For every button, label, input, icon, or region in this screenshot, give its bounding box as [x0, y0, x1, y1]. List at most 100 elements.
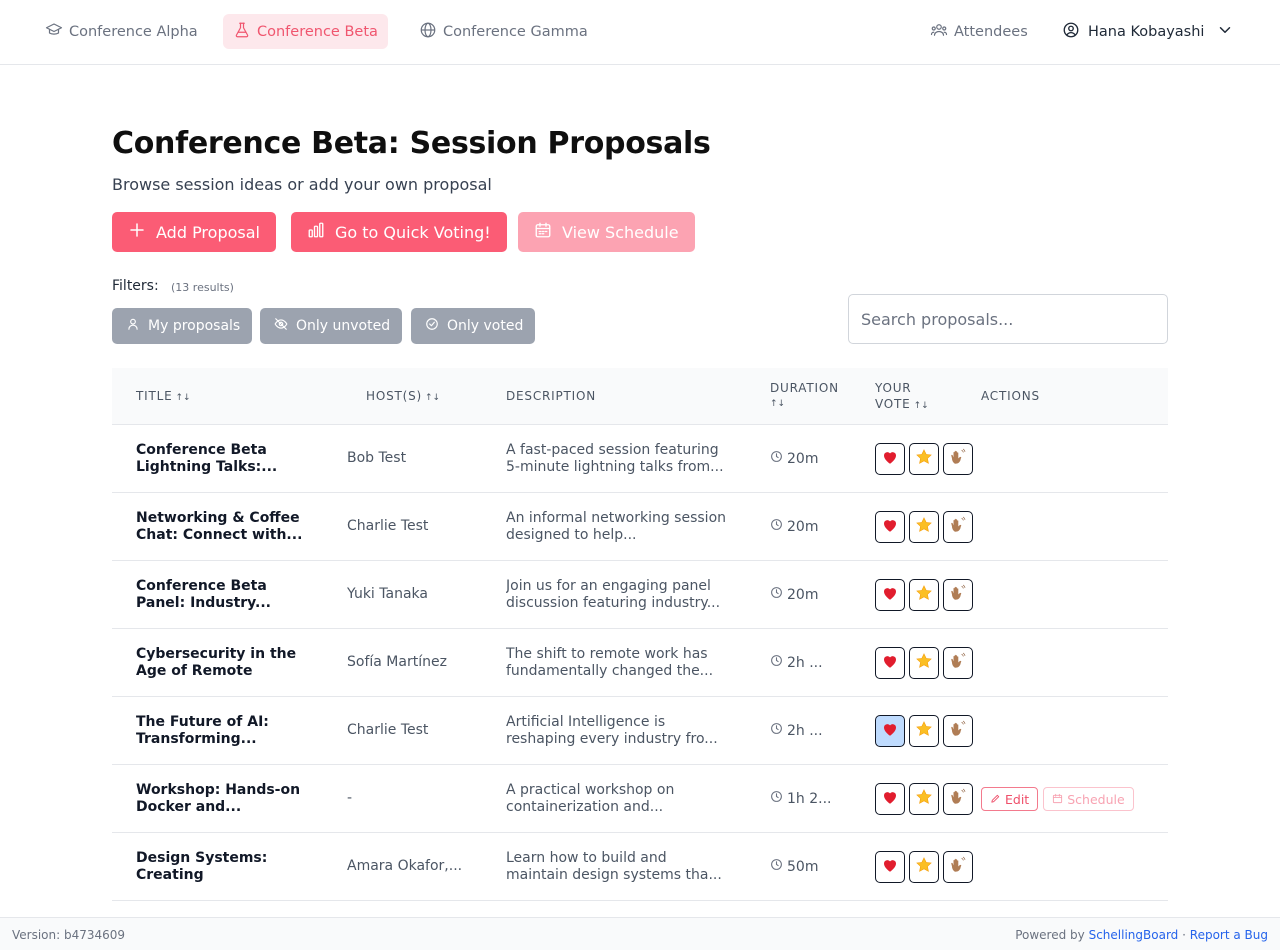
table-row[interactable]: Design Systems: Creating Consistency... A…	[112, 833, 1168, 901]
duration-value: 20m	[787, 450, 819, 467]
column-duration-label: Duration	[770, 381, 839, 395]
tab-conference-beta[interactable]: Conference Beta	[223, 14, 388, 49]
edit-button[interactable]: Edit	[981, 787, 1039, 811]
heart-icon	[881, 448, 899, 470]
clock-icon	[770, 858, 783, 875]
proposal-duration: 2h ...	[770, 654, 823, 671]
footer-links: Powered by SchellingBoard · Report a Bug	[1015, 928, 1268, 942]
vote-heart-button[interactable]	[875, 851, 905, 883]
tab-conference-alpha[interactable]: Conference Alpha	[35, 14, 208, 49]
table-row[interactable]: The Future of AI: Transforming... Charlie…	[112, 697, 1168, 765]
vote-buttons	[875, 647, 973, 679]
vote-wave-button[interactable]	[943, 511, 973, 543]
view-schedule-button[interactable]: View Schedule	[518, 212, 695, 252]
vote-star-button[interactable]	[909, 443, 939, 475]
top-navigation: Conference Alpha Conference Beta Confere…	[0, 0, 1280, 65]
bar-chart-icon	[307, 221, 325, 243]
vote-star-button[interactable]	[909, 851, 939, 883]
column-hosts[interactable]: Host(s) ↑↓	[366, 388, 440, 406]
quick-voting-button[interactable]: Go to Quick Voting!	[291, 212, 507, 252]
search-input[interactable]	[848, 294, 1168, 344]
table-row[interactable]: Networking & Coffee Chat: Connect with..…	[112, 493, 1168, 561]
tab-conference-gamma[interactable]: Conference Gamma	[409, 14, 598, 49]
filter-only-unvoted[interactable]: Only unvoted	[260, 308, 403, 344]
page-subtitle: Browse session ideas or add your own pro…	[112, 175, 492, 194]
column-actions: Actions	[981, 388, 1040, 404]
duration-value: 20m	[787, 518, 819, 535]
schedule-button[interactable]: Schedule	[1043, 787, 1134, 811]
button-label: View Schedule	[562, 222, 679, 242]
vote-wave-button[interactable]	[943, 579, 973, 611]
vote-wave-button[interactable]	[943, 851, 973, 883]
page-title: Conference Beta: Session Proposals	[112, 126, 711, 161]
column-vote-label-2: Vote	[875, 397, 911, 411]
vote-wave-button[interactable]	[943, 443, 973, 475]
column-duration[interactable]: Duration ↑↓	[770, 380, 839, 412]
proposal-description: A practical workshop on containerization…	[506, 782, 675, 815]
powered-by-label: Powered by	[1015, 928, 1085, 942]
proposal-title[interactable]: Workshop: Hands-on Docker and...	[136, 782, 308, 816]
heart-icon	[881, 856, 899, 878]
proposal-title[interactable]: Networking & Coffee Chat: Connect with..…	[136, 510, 308, 544]
plus-icon	[128, 221, 146, 243]
table-header: Title ↑↓ Host(s) ↑↓ Description Duration ↑↓…	[112, 368, 1168, 425]
vote-star-button[interactable]	[909, 715, 939, 747]
vote-star-button[interactable]	[909, 579, 939, 611]
clock-icon	[770, 654, 783, 671]
graduation-cap-icon	[45, 21, 63, 43]
duration-value: 20m	[787, 586, 819, 603]
proposal-title[interactable]: Conference Beta Panel: Industry...	[136, 578, 308, 612]
proposal-host: Sofía Martínez	[347, 654, 447, 670]
vote-heart-button[interactable]	[875, 579, 905, 611]
attendees-link[interactable]: Attendees	[930, 14, 1028, 49]
user-menu[interactable]: Hana Kobayashi	[1062, 14, 1234, 49]
filter-my-proposals[interactable]: My proposals	[112, 308, 253, 344]
filter-only-voted[interactable]: Only voted	[411, 308, 536, 344]
waving-hand-icon	[949, 652, 967, 674]
vote-wave-button[interactable]	[943, 783, 973, 815]
vote-buttons	[875, 511, 973, 543]
vote-wave-button[interactable]	[943, 715, 973, 747]
calendar-icon	[1052, 792, 1063, 807]
column-your-vote[interactable]: Your Vote ↑↓	[875, 380, 929, 414]
column-title-label: Title	[136, 389, 173, 403]
proposal-description: The shift to remote work has fundamental…	[506, 646, 714, 679]
user-circle-icon	[1062, 21, 1080, 43]
table-row[interactable]: Conference Beta Lightning Talks:... Bob T…	[112, 425, 1168, 493]
add-proposal-button[interactable]: Add Proposal	[112, 212, 276, 252]
table-row[interactable]: Workshop: Hands-on Docker and... - A pract…	[112, 765, 1168, 833]
sort-icon: ↑↓	[425, 393, 441, 403]
proposal-title[interactable]: The Future of AI: Transforming...	[136, 714, 308, 748]
vote-heart-button[interactable]	[875, 443, 905, 475]
proposal-duration: 1h 2...	[770, 790, 832, 807]
proposal-title[interactable]: Conference Beta Lightning Talks:...	[136, 442, 308, 476]
vote-star-button[interactable]	[909, 647, 939, 679]
brand-link[interactable]: SchellingBoard	[1089, 928, 1179, 942]
vote-star-button[interactable]	[909, 783, 939, 815]
proposal-title[interactable]: Cybersecurity in the Age of Remote Work:…	[136, 646, 308, 680]
vote-star-button[interactable]	[909, 511, 939, 543]
vote-wave-button[interactable]	[943, 647, 973, 679]
eye-off-icon	[274, 317, 288, 335]
star-icon	[915, 584, 933, 606]
vote-heart-button[interactable]	[875, 715, 905, 747]
row-actions: Edit Schedule	[981, 787, 1134, 811]
vote-heart-button[interactable]	[875, 511, 905, 543]
heart-icon	[881, 788, 899, 810]
table-row[interactable]: Conference Beta Panel: Industry... Yuki T…	[112, 561, 1168, 629]
proposal-description: An informal networking session designed …	[506, 510, 726, 543]
proposal-title[interactable]: Design Systems: Creating Consistency...	[136, 850, 308, 884]
attendees-label: Attendees	[954, 23, 1028, 40]
sort-icon: ↑↓	[175, 393, 191, 403]
button-label: Add Proposal	[156, 222, 260, 242]
vote-heart-button[interactable]	[875, 783, 905, 815]
vote-heart-button[interactable]	[875, 647, 905, 679]
check-circle-icon	[425, 317, 439, 335]
table-row[interactable]: Cybersecurity in the Age of Remote Work:…	[112, 629, 1168, 697]
report-bug-link[interactable]: Report a Bug	[1190, 928, 1268, 942]
flask-icon	[233, 21, 251, 43]
results-count: (13 results)	[171, 281, 234, 294]
sort-icon: ↑↓	[770, 399, 786, 409]
column-title[interactable]: Title ↑↓	[136, 388, 191, 406]
column-hosts-label: Host(s)	[366, 389, 422, 403]
